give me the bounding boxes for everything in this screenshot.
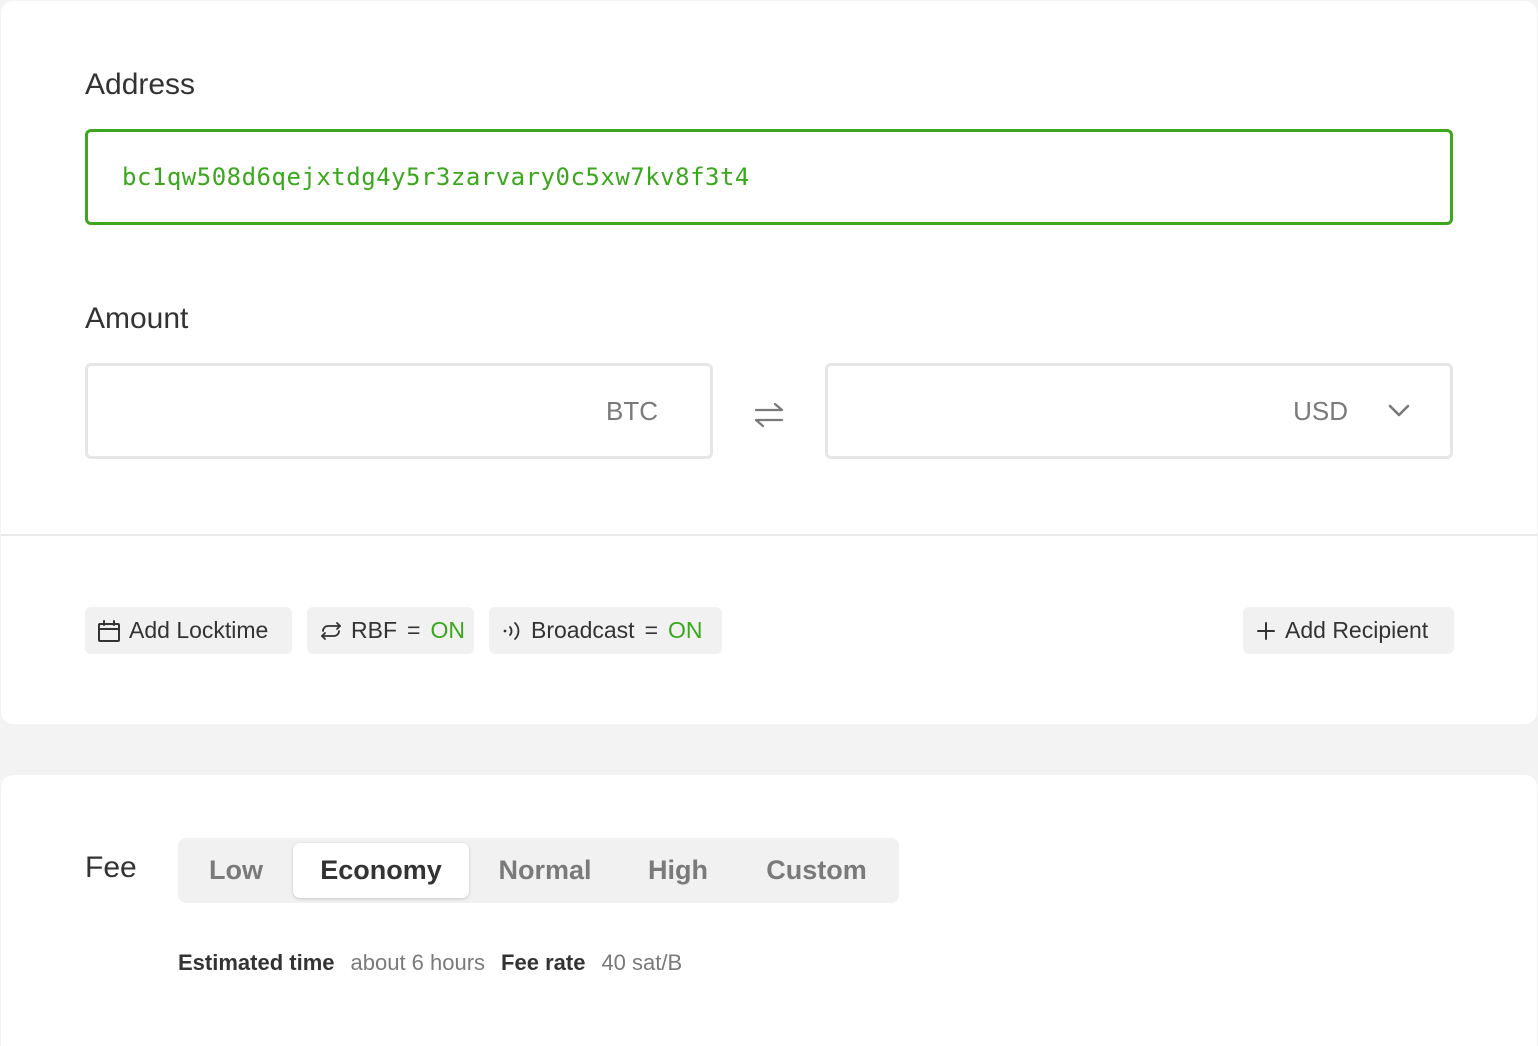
plus-icon <box>1257 621 1275 640</box>
fee-rate-label: Fee rate <box>501 950 586 975</box>
btc-unit-label: BTC <box>606 395 658 426</box>
address-value: bc1qw508d6qejxtdg4y5r3zarvary0c5xw7kv8f3… <box>122 163 750 191</box>
fee-estimate-info: Estimated time about 6 hours Fee rate 40… <box>178 950 698 976</box>
broadcast-label: Broadcast <box>531 617 635 643</box>
broadcast-icon <box>503 621 520 640</box>
fee-option-normal[interactable]: Normal <box>478 843 612 898</box>
rbf-toggle[interactable]: RBF = ON <box>307 607 474 654</box>
estimated-time-label: Estimated time <box>178 950 335 975</box>
section-divider <box>1 534 1537 536</box>
amount-label: Amount <box>85 302 189 335</box>
chevron-down-icon[interactable] <box>1388 404 1410 418</box>
fee-option-economy[interactable]: Economy <box>293 843 469 898</box>
address-label: Address <box>85 68 196 101</box>
fee-rate-value: 40 sat/B <box>601 950 683 975</box>
swap-arrows-icon[interactable] <box>753 399 785 431</box>
add-locktime-button[interactable]: Add Locktime <box>85 607 292 654</box>
broadcast-toggle[interactable]: Broadcast = ON <box>489 607 722 654</box>
calendar-icon <box>98 619 120 642</box>
add-locktime-label: Add Locktime <box>129 617 269 643</box>
fee-segmented-control: Low Economy Normal High Custom <box>178 838 899 903</box>
fiat-unit-label: USD <box>1293 395 1348 426</box>
add-recipient-button[interactable]: Add Recipient <box>1243 607 1454 654</box>
fee-label: Fee <box>85 851 137 884</box>
rbf-label: RBF <box>351 617 397 643</box>
address-input[interactable]: bc1qw508d6qejxtdg4y5r3zarvary0c5xw7kv8f3… <box>85 129 1453 225</box>
fiat-amount-input[interactable]: USD <box>825 363 1453 459</box>
broadcast-equals: = <box>644 617 658 643</box>
recipient-card: Address bc1qw508d6qejxtdg4y5r3zarvary0c5… <box>1 1 1537 724</box>
broadcast-status: ON <box>668 617 703 643</box>
fee-option-custom[interactable]: Custom <box>744 843 889 898</box>
rbf-equals: = <box>407 617 421 643</box>
fee-card <box>1 775 1537 1046</box>
estimated-time-value: about 6 hours <box>350 950 486 975</box>
btc-amount-input[interactable]: BTC <box>85 363 713 459</box>
add-recipient-label: Add Recipient <box>1285 617 1429 643</box>
replace-arrows-icon <box>321 621 341 640</box>
rbf-status: ON <box>430 617 465 643</box>
fee-option-low[interactable]: Low <box>188 843 284 898</box>
fee-option-high[interactable]: High <box>623 843 733 898</box>
